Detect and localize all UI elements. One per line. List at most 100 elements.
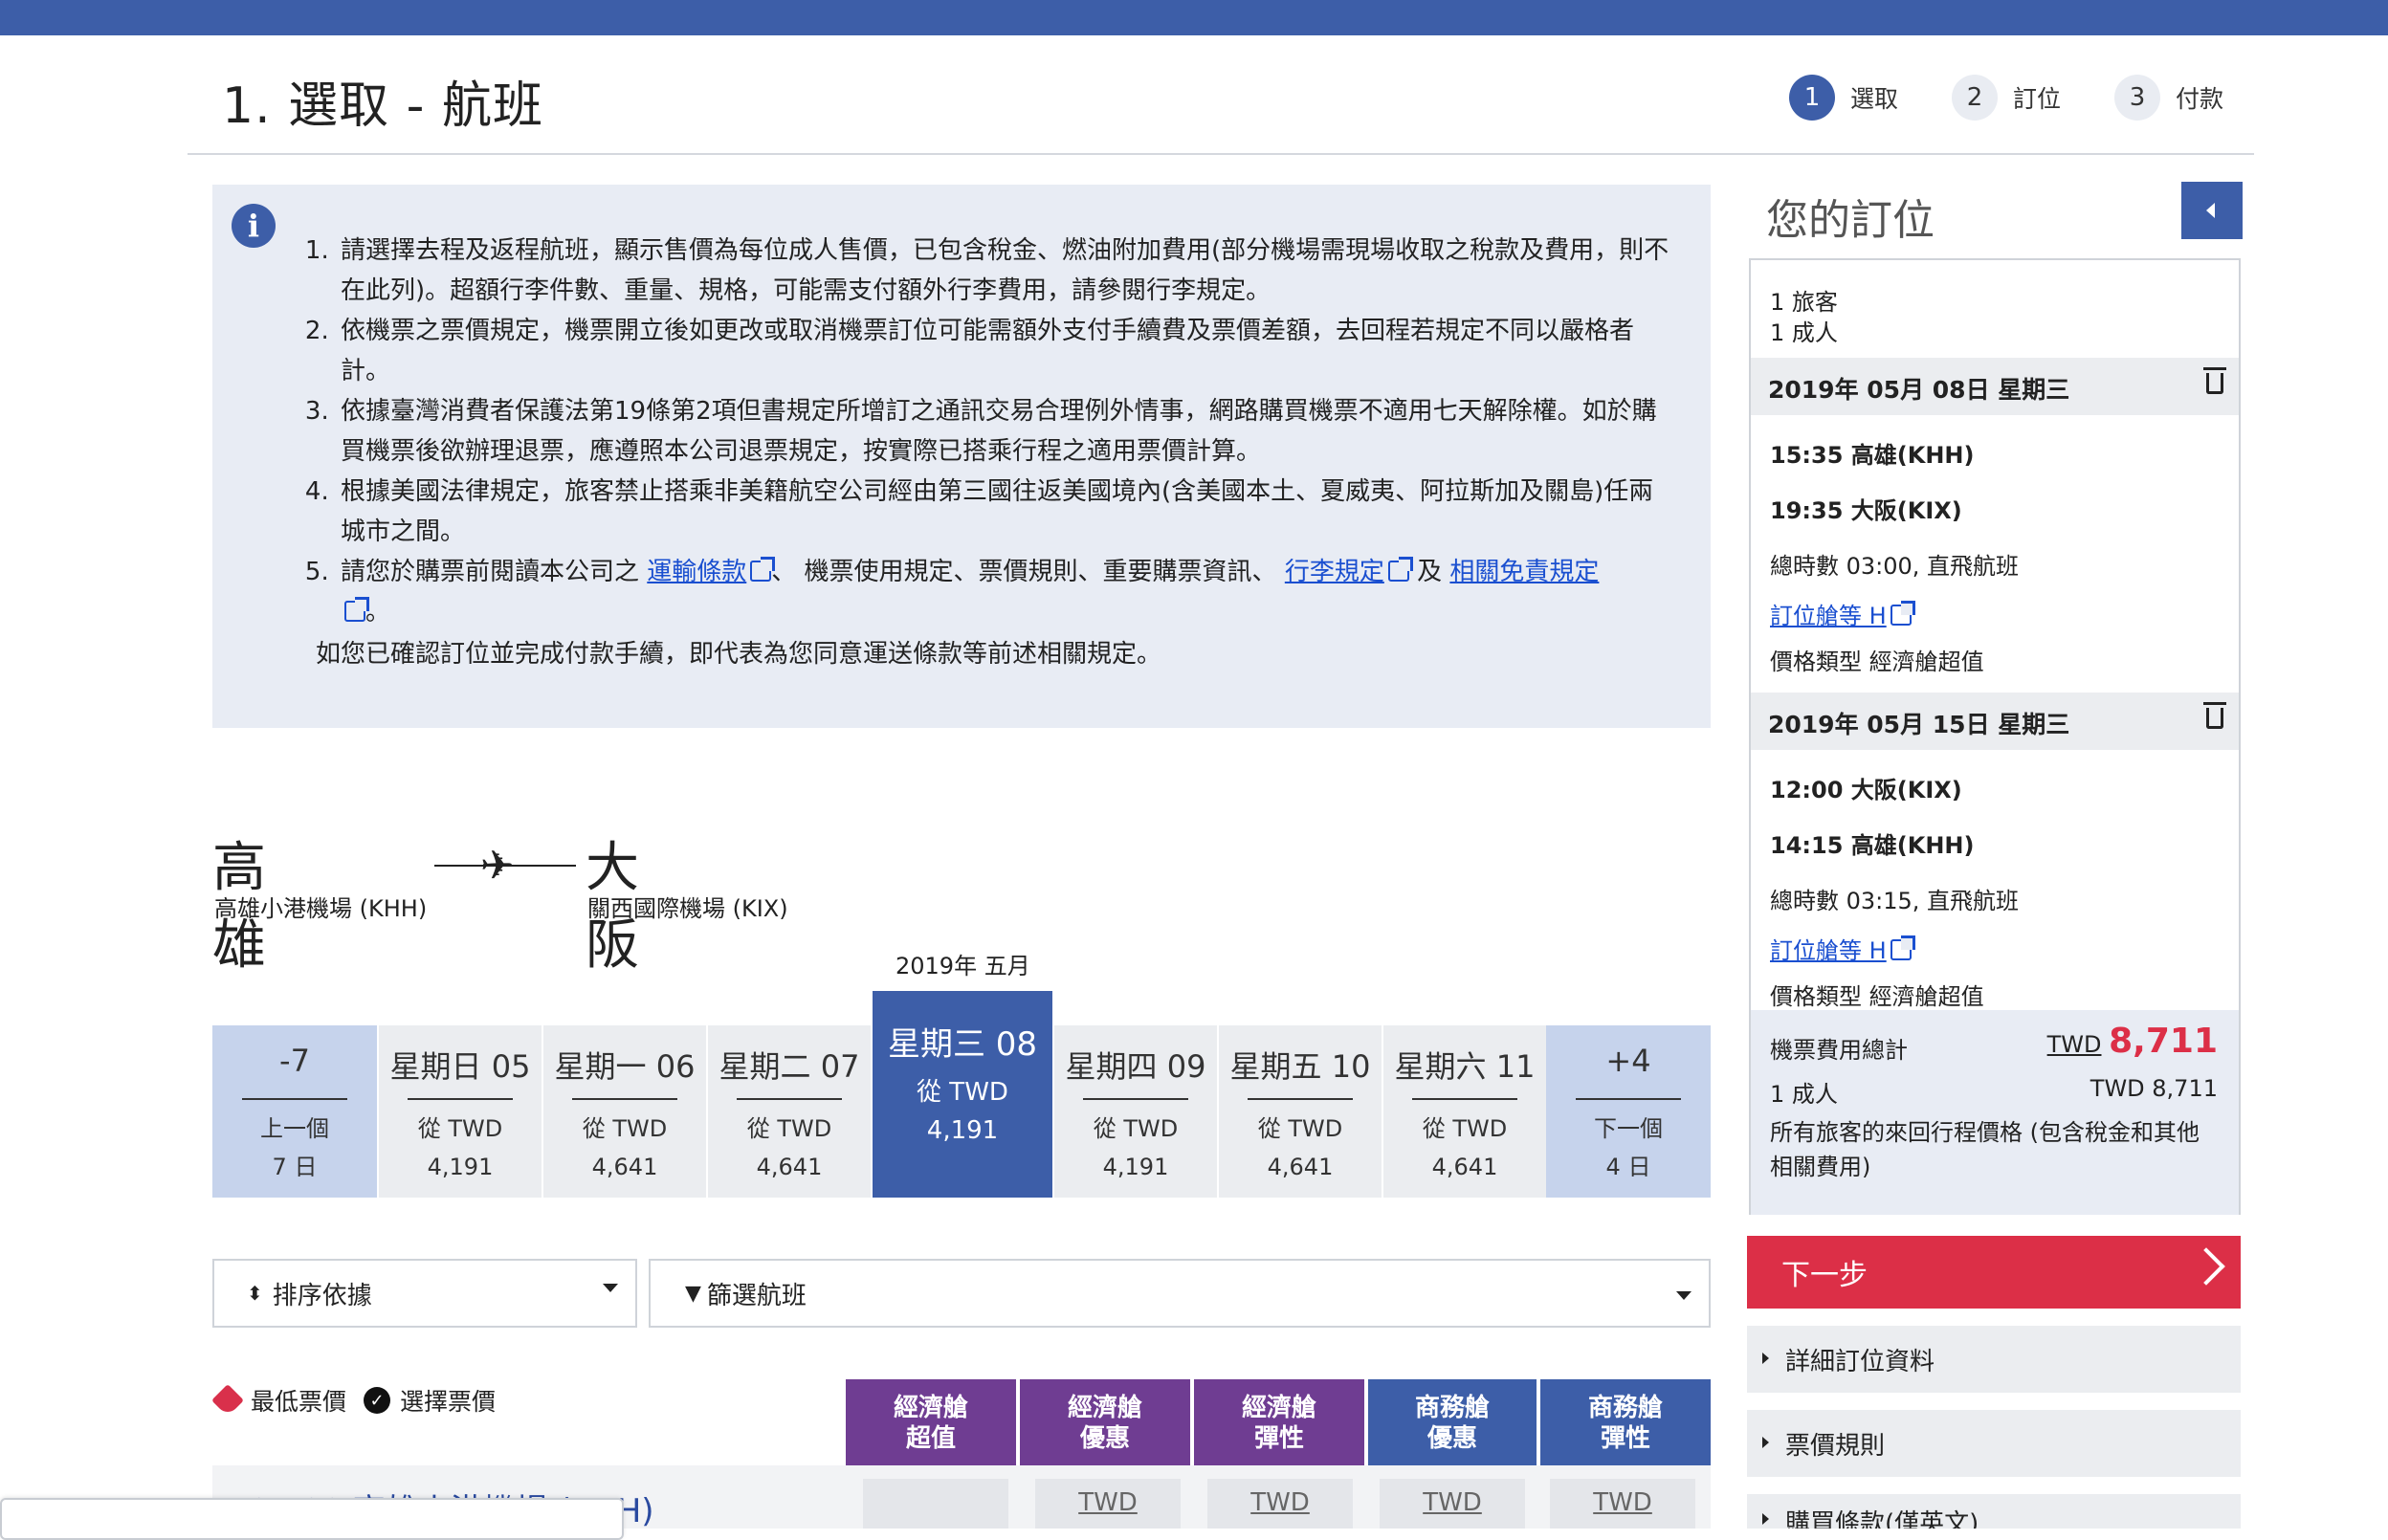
fare-column-economy-super: 經濟艙 超值	[846, 1379, 1016, 1465]
accordion-fare-rules[interactable]: 票價規則	[1747, 1410, 2241, 1477]
date-option[interactable]: 星期四 09 從 TWD 4,191	[1054, 1025, 1217, 1198]
inbound-duration: 總時數 03:15, 直飛航班	[1770, 888, 2020, 914]
fare-column-economy-discount: 經濟艙 優惠	[1020, 1379, 1190, 1465]
filter-select[interactable]: ▼ 篩選航班	[649, 1259, 1711, 1328]
step-payment: 3 付款	[2114, 75, 2223, 121]
total-note: 所有旅客的來回行程價格 (包含稅金和其他相關費用)	[1770, 1119, 2200, 1180]
date-option[interactable]: 星期六 11 從 TWD 4,641	[1383, 1025, 1546, 1198]
inbound-arrival: 14:15 高雄(KHH)	[1770, 832, 1975, 859]
destination-airport: 關西國際機場 (KIX)	[587, 895, 788, 922]
lowest-fare-label: 最低票價	[251, 1388, 347, 1416]
collapse-button[interactable]	[2181, 182, 2243, 239]
inbound-date-header: 2019年 05月 15日 星期三	[1751, 693, 2239, 750]
date-option-selected[interactable]: 星期三 08 從 TWD 4,191	[873, 991, 1052, 1198]
adult-fare-label: 1 成人	[1770, 1081, 1838, 1108]
chevron-down-icon	[603, 1284, 618, 1292]
prev-week-button[interactable]: -7 上一個 7 日	[212, 1025, 377, 1198]
trash-icon[interactable]	[2203, 702, 2226, 729]
info-icon: i	[232, 204, 276, 248]
fare-cell[interactable]: TWD	[1035, 1479, 1181, 1529]
fare-cell[interactable]: TWD	[1380, 1479, 1525, 1529]
inbound-departure: 12:00 大阪(KIX)	[1770, 777, 1962, 803]
horizontal-scrollbar[interactable]	[0, 1498, 624, 1540]
month-label: 2019年 五月	[896, 953, 1030, 979]
external-link-icon	[1387, 557, 1413, 582]
sort-label: 排序依據	[272, 1281, 372, 1310]
step-booking: 2 訂位	[1952, 75, 2061, 121]
origin-airport: 高雄小港機場 (KHH)	[214, 895, 428, 922]
traveler-count: 1 旅客	[1770, 289, 1838, 316]
fare-column-business-discount: 商務艙 優惠	[1368, 1379, 1537, 1465]
notice-item: 請您於購票前閱讀本公司之 運輸條款、 機票使用規定、票價規則、重要購票資訊、 行…	[337, 552, 1676, 632]
caret-right-icon	[1762, 1513, 1769, 1525]
adult-fare-price: TWD 8,711	[2090, 1075, 2218, 1102]
total-label: 機票費用總計	[1770, 1037, 1908, 1064]
price-tag-icon	[211, 1384, 244, 1417]
selected-fare-label: 選擇票價	[400, 1388, 497, 1416]
inbound-fare-type: 價格類型 經濟艙超值	[1770, 983, 1984, 1010]
caret-right-icon	[1762, 1437, 1769, 1448]
external-link-icon	[750, 557, 776, 582]
booking-panel: 1 旅客 1 成人 2019年 05月 08日 星期三 15:35 高雄(KHH…	[1749, 258, 2241, 1215]
outbound-date-header: 2019年 05月 08日 星期三	[1751, 358, 2239, 415]
notice-text: 請您於購票前閱讀本公司之	[341, 558, 640, 586]
fare-cell[interactable]: TWD	[1207, 1479, 1353, 1529]
outbound-fare-type: 價格類型 經濟艙超值	[1770, 649, 1984, 675]
disclaimer-link[interactable]: 相關免責規定	[1449, 558, 1599, 586]
fare-column-economy-flex: 經濟艙 彈性	[1194, 1379, 1364, 1465]
fare-column-business-flex: 商務艙 彈性	[1540, 1379, 1711, 1465]
notice-text: 及	[1417, 558, 1443, 586]
notice-text: 、 機票使用規定、票價規則、重要購票資訊、	[771, 558, 1277, 586]
notice-item: 請選擇去程及返程航班，顯示售價為每位成人售價，已包含稅金、燃油附加費用(部分機場…	[337, 231, 1676, 311]
baggage-rules-link[interactable]: 行李規定	[1285, 558, 1384, 586]
inbound-class-link[interactable]: 訂位艙等 H	[1770, 932, 1915, 965]
divider	[188, 153, 2254, 155]
external-link-icon	[344, 597, 369, 622]
outbound-departure: 15:35 高雄(KHH)	[1770, 442, 1975, 469]
adult-count: 1 成人	[1770, 319, 1838, 346]
date-selector: -7 上一個 7 日 星期日 05 從 TWD 4,191 星期一 06 從 TWD…	[212, 991, 1711, 1198]
notice-item: 根據美國法律規定，旅客禁止搭乘非美籍航空公司經由第三國往返美國境內(含美國本土、…	[337, 472, 1676, 552]
check-circle-icon: ✓	[364, 1387, 391, 1414]
accordion-purchase-terms[interactable]: 購買條款(僅英文)	[1747, 1494, 2241, 1529]
outbound-duration: 總時數 03:00, 直飛航班	[1770, 553, 2020, 580]
date-option[interactable]: 星期二 07 從 TWD 4,641	[708, 1025, 871, 1198]
notice-box: i 請選擇去程及返程航班，顯示售價為每位成人售價，已包含稅金、燃油附加費用(部分…	[212, 185, 1711, 728]
step-label: 付款	[2176, 85, 2224, 113]
chevron-right-icon	[2187, 1247, 2225, 1286]
transport-terms-link[interactable]: 運輸條款	[647, 558, 746, 586]
external-link-icon	[1890, 935, 1915, 960]
step-number: 1	[1789, 75, 1835, 121]
step-number: 3	[2114, 75, 2161, 121]
caret-right-icon	[1762, 1353, 1769, 1364]
confirm-text: 如您已確認訂位並完成付款手續，即代表為您同意運送條款等前述相關規定。	[316, 640, 1162, 669]
filter-label: 篩選航班	[706, 1281, 807, 1310]
fare-cell[interactable]	[863, 1479, 1008, 1529]
date-option[interactable]: 星期五 10 從 TWD 4,641	[1219, 1025, 1382, 1198]
fare-total-section: 機票費用總計 TWD 8,711 1 成人 TWD 8,711 所有旅客的來回行…	[1751, 1010, 2239, 1215]
step-number: 2	[1952, 75, 1999, 121]
accordion-booking-details[interactable]: 詳細訂位資料	[1747, 1326, 2241, 1393]
chevron-down-icon	[1676, 1291, 1692, 1300]
step-label: 訂位	[2013, 85, 2062, 113]
top-bar	[0, 0, 2388, 35]
next-step-button[interactable]: 下一步	[1747, 1236, 2241, 1309]
progress-steps: 1 選取 2 訂位 3 付款	[1789, 75, 2277, 121]
next-days-button[interactable]: +4 下一個 4 日	[1546, 1025, 1711, 1198]
sort-select[interactable]: ⬍ 排序依據	[212, 1259, 637, 1328]
date-option[interactable]: 星期一 06 從 TWD 4,641	[543, 1025, 706, 1198]
outbound-arrival: 19:35 大阪(KIX)	[1770, 497, 1962, 524]
outbound-class-link[interactable]: 訂位艙等 H	[1770, 597, 1915, 630]
step-select: 1 選取	[1789, 75, 1898, 121]
date-option[interactable]: 星期日 05 從 TWD 4,191	[379, 1025, 542, 1198]
plane-icon: ✈	[480, 842, 515, 889]
notice-list: 請選擇去程及返程航班，顯示售價為每位成人售價，已包含稅金、燃油附加費用(部分機場…	[314, 231, 1676, 632]
booking-title: 您的訂位	[1766, 196, 1935, 245]
trash-icon[interactable]	[2203, 367, 2226, 394]
notice-item: 依據臺灣消費者保護法第19條第2項但書規定所增訂之通訊交易合理例外情事，網路購買…	[337, 391, 1676, 472]
page-title: 1. 選取 - 航班	[222, 77, 543, 135]
step-label: 選取	[1850, 85, 1899, 113]
filter-icon: ▼	[685, 1281, 701, 1306]
sort-icon: ⬍	[247, 1282, 263, 1305]
fare-cell[interactable]: TWD	[1550, 1479, 1695, 1529]
